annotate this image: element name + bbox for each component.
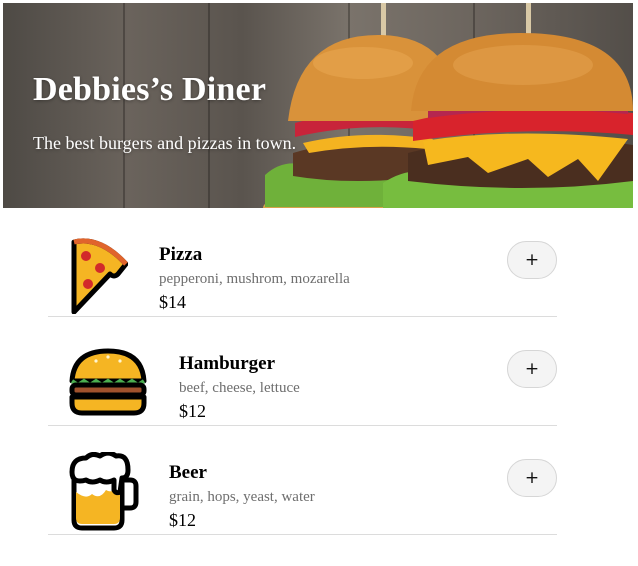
item-name: Beer — [169, 462, 207, 483]
hero-banner: Debbies’s Diner The best burgers and piz… — [3, 3, 633, 208]
add-hamburger-button[interactable]: + — [507, 350, 557, 388]
hamburger-icon — [69, 348, 147, 416]
menu-item-hamburger: Hamburger beef, cheese, lettuce $12 + — [48, 317, 557, 426]
restaurant-title: Debbies’s Diner — [33, 71, 267, 108]
add-pizza-button[interactable]: + — [507, 241, 557, 279]
add-beer-button[interactable]: + — [507, 459, 557, 497]
item-ingredients: pepperoni, mushrom, mozarella — [159, 271, 350, 287]
menu-item-pizza: Pizza pepperoni, mushrom, mozarella $14 … — [48, 208, 557, 317]
pizza-slice-icon — [71, 238, 128, 314]
menu-list: Pizza pepperoni, mushrom, mozarella $14 … — [48, 208, 557, 535]
item-ingredients: beef, cheese, lettuce — [179, 380, 300, 396]
item-name: Hamburger — [179, 353, 276, 374]
item-name: Pizza — [159, 244, 203, 265]
beer-mug-icon — [69, 452, 139, 531]
menu-item-beer: Beer grain, hops, yeast, water $12 + — [48, 426, 557, 535]
item-price: $14 — [159, 292, 186, 312]
item-ingredients: grain, hops, yeast, water — [169, 489, 315, 505]
restaurant-tagline: The best burgers and pizzas in town. — [33, 133, 297, 153]
item-price: $12 — [169, 510, 196, 530]
item-price: $12 — [179, 401, 206, 421]
